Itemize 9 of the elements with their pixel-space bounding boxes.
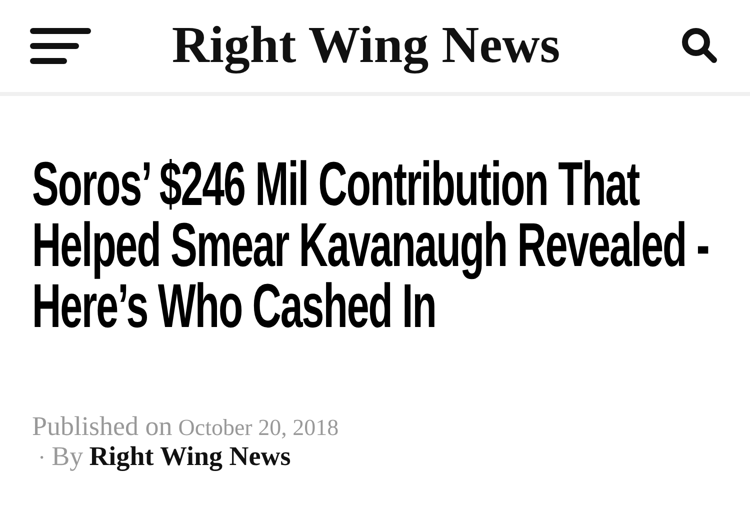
author-link[interactable]: Right Wing News	[89, 442, 291, 470]
separator-dot: ·	[38, 444, 46, 472]
site-title[interactable]: Right Wing News	[172, 7, 560, 85]
search-icon[interactable]	[680, 26, 720, 66]
menu-icon[interactable]	[30, 26, 92, 66]
publish-date: October 20, 2018	[178, 414, 339, 442]
published-label: Published on	[32, 412, 172, 440]
by-label: By	[52, 442, 84, 470]
article-headline: Soros’ $246 Mil Contribution That Helped Smear Kavanaugh Revealed - Here’s Who Cashed In	[32, 154, 710, 337]
